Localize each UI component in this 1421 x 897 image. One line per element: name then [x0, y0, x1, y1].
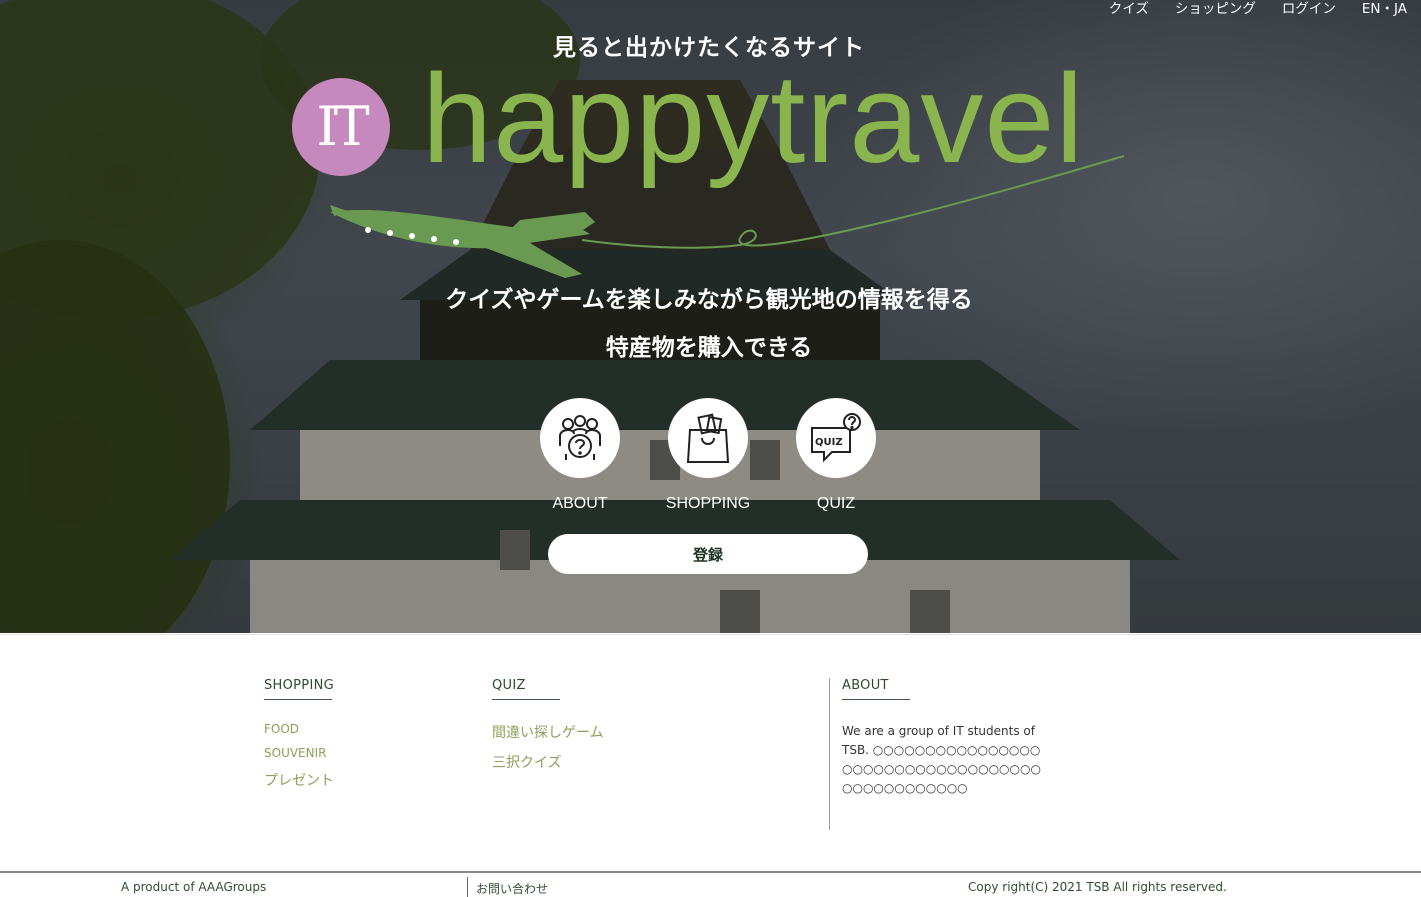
- title-underline: [492, 699, 560, 700]
- footer-about-column: ABOUT We are a group of IT students of T…: [842, 678, 1042, 798]
- airplane-icon: [330, 155, 1125, 278]
- footer-shopping-title: SHOPPING: [264, 678, 334, 693]
- footer-about-title: ABOUT: [842, 678, 889, 693]
- footer-shopping-column: SHOPPING FOOD SOUVENIR プレゼント: [264, 678, 334, 800]
- footer-link-souvenir[interactable]: SOUVENIR: [264, 746, 327, 760]
- feature-quiz[interactable]: QUIZ QUIZ: [776, 398, 896, 513]
- svg-text:QUIZ: QUIZ: [815, 437, 843, 448]
- about-circle-button[interactable]: [540, 398, 620, 478]
- quiz-circle-button[interactable]: QUIZ: [796, 398, 876, 478]
- footer-divider: [0, 634, 1421, 635]
- hero-section: クイズ ショッピング ログイン EN・JA 見ると出かけたくなるサイト IT h…: [0, 0, 1421, 633]
- register-button[interactable]: 登録: [548, 534, 868, 574]
- nav-quiz-link[interactable]: クイズ: [1109, 0, 1149, 18]
- feature-shopping[interactable]: SHOPPING: [648, 398, 768, 513]
- title-underline: [264, 699, 332, 700]
- shopping-circle-button[interactable]: [668, 398, 748, 478]
- footer-link-present[interactable]: プレゼント: [264, 773, 334, 789]
- hero-subtitle-2: 特産物を購入できる: [605, 335, 813, 361]
- about-label: ABOUT: [552, 495, 608, 512]
- contact-link[interactable]: お問い合わせ: [476, 882, 548, 896]
- top-navigation: クイズ ショッピング ログイン EN・JA: [1109, 0, 1407, 18]
- footer-about-text: We are a group of IT students of TSB. ○○…: [842, 724, 1041, 795]
- bottom-divider: [0, 871, 1421, 873]
- group-question-icon: [559, 415, 601, 460]
- language-switch[interactable]: EN・JA: [1362, 0, 1407, 18]
- shopping-label: SHOPPING: [665, 495, 751, 512]
- quiz-label: QUIZ: [816, 495, 856, 512]
- footer-column-separator: [829, 678, 830, 830]
- feature-about[interactable]: ABOUT: [520, 398, 640, 513]
- footer-link-food[interactable]: FOOD: [264, 722, 299, 736]
- footer-link-three-choice-quiz[interactable]: 三択クイズ: [492, 755, 562, 771]
- quiz-bubble-icon: QUIZ: [811, 413, 861, 463]
- shopping-bag-icon: [686, 413, 730, 463]
- product-credit: A product of AAAGroups: [121, 880, 267, 894]
- hero-subtitle-1: クイズやゲームを楽しみながら観光地の情報を得る: [445, 287, 973, 313]
- nav-shopping-link[interactable]: ショッピング: [1175, 0, 1256, 18]
- copyright-text: Copy right(C) 2021 TSB All rights reserv…: [968, 880, 1227, 894]
- bottom-separator: [467, 877, 468, 897]
- nav-login-link[interactable]: ログイン: [1282, 0, 1336, 18]
- footer-link-spot-the-difference[interactable]: 間違い探しゲーム: [492, 725, 604, 741]
- logo-mark-text: IT: [316, 95, 369, 158]
- footer-quiz-title: QUIZ: [492, 678, 526, 693]
- title-underline: [842, 699, 910, 700]
- footer-quiz-column: QUIZ 間違い探しゲーム 三択クイズ: [492, 678, 604, 782]
